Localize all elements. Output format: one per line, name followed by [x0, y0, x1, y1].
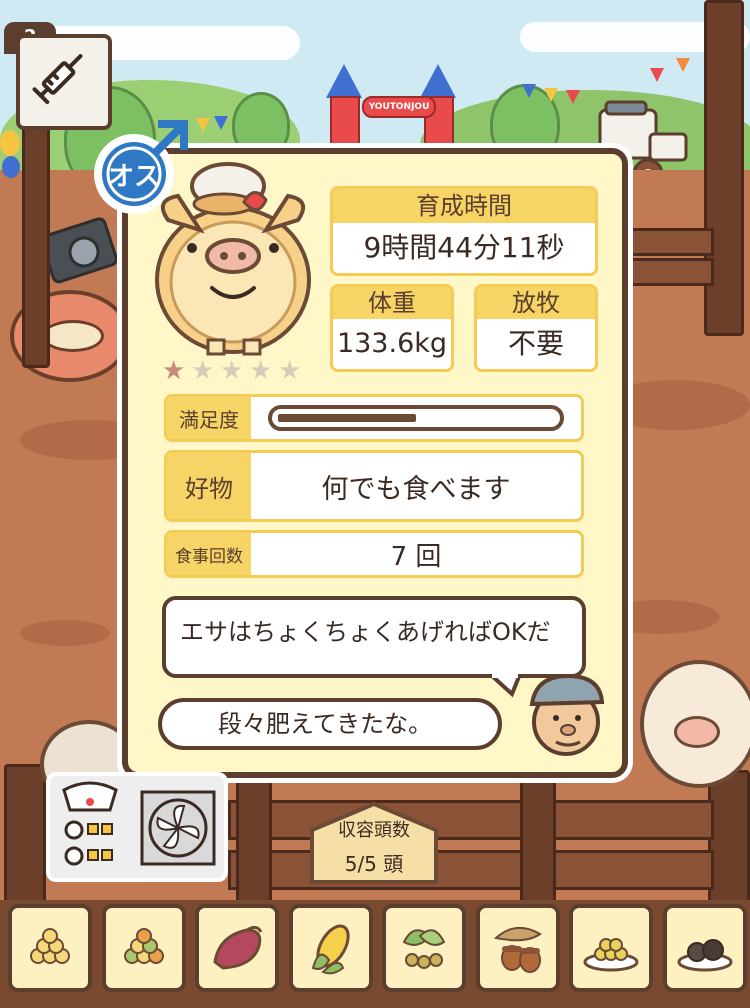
pig-portrait	[155, 162, 311, 356]
camera-icon	[40, 217, 118, 284]
rating-star-icon: ★	[249, 356, 273, 386]
balloon	[2, 156, 20, 178]
syringe-icon	[32, 54, 83, 105]
hint-speech-bubble: エサはちょくちょくあげればOKだ	[162, 596, 586, 678]
ground-patch	[20, 620, 110, 646]
meal-count-row: 食事回数 7 回	[164, 530, 584, 578]
weight-value: 133.6kg	[336, 328, 448, 359]
gate-sign: YOUTONJOU	[362, 96, 436, 118]
capacity-sign: 収容頭数 5/5 頭	[308, 800, 440, 886]
feed-slot-button[interactable]	[8, 904, 92, 992]
corn-icon	[311, 924, 350, 975]
gate-roof	[420, 64, 456, 98]
satisfaction-label: 満足度	[167, 397, 251, 439]
balloon	[0, 130, 20, 156]
raise-time-value: 9時間44分11秒	[363, 231, 565, 264]
feed-slot-button[interactable]	[288, 904, 373, 992]
feed-slot-button[interactable]	[569, 904, 653, 992]
fence-post	[4, 764, 46, 910]
fence-rail	[228, 850, 714, 890]
satisfaction-bar	[268, 405, 564, 431]
equipment-icons	[62, 781, 216, 866]
grazing-value: 不要	[507, 327, 564, 360]
weight-box: 体重 133.6kg	[330, 284, 454, 372]
meal-count-label: 食事回数	[167, 533, 251, 575]
feed-slot-button[interactable]	[382, 904, 466, 992]
rating-stars: ★ ★ ★ ★ ★	[162, 358, 307, 384]
fence-post	[22, 112, 50, 368]
favorite-food-value: 何でも食べます	[321, 473, 511, 505]
hint-text: エサはちょくちょくあげればOKだ	[180, 618, 551, 646]
favorite-food-row: 好物 何でも食べます	[164, 450, 584, 522]
rating-star-icon: ★	[162, 356, 186, 386]
acorn-icon	[493, 927, 542, 973]
grain-plate-icon	[583, 938, 639, 972]
flag	[650, 68, 664, 82]
rating-star-icon: ★	[278, 356, 302, 386]
truffle-plate-icon	[677, 939, 732, 972]
fence-post	[236, 780, 272, 910]
flag	[544, 88, 558, 102]
flag	[196, 118, 210, 132]
mixed-grain-icon	[123, 928, 164, 964]
fence-post	[708, 770, 750, 910]
satisfaction-row: 満足度	[164, 394, 584, 442]
feed-slot-button[interactable]	[101, 904, 186, 992]
fence-rail	[628, 228, 714, 256]
meal-count-value: 7 回	[390, 541, 442, 572]
capacity-value: 5/5 頭	[344, 852, 404, 876]
gate-roof	[326, 64, 362, 98]
rating-star-icon: ★	[191, 356, 215, 386]
flag	[214, 116, 228, 130]
fence-rail	[628, 258, 714, 286]
farmer-avatar	[529, 673, 605, 756]
pig-character	[640, 660, 750, 788]
grain-pile-icon	[30, 928, 70, 964]
fence-post	[520, 780, 556, 910]
favorite-food-label: 好物	[167, 453, 251, 519]
comment-text: 段々肥えてきたな。	[218, 710, 433, 738]
leaf-beans-icon	[402, 929, 446, 969]
comment-speech-bubble: 段々肥えてきたな。	[158, 698, 502, 750]
flag	[522, 84, 536, 98]
weight-label: 体重	[333, 287, 451, 319]
capacity-label: 収容頭数	[338, 820, 410, 841]
feed-slot-button[interactable]	[195, 904, 279, 992]
satisfaction-meter	[251, 397, 581, 439]
flag	[566, 90, 580, 104]
fence-rail	[228, 800, 714, 840]
feed-slot-button[interactable]	[662, 904, 747, 992]
flag	[676, 58, 690, 72]
grazing-label: 放牧	[477, 287, 595, 319]
raise-time-label: 育成時間	[333, 189, 595, 223]
grazing-box: 放牧 不要	[474, 284, 598, 372]
barn-equipment-panel[interactable]	[46, 772, 228, 882]
satisfaction-bar-fill	[278, 414, 416, 422]
feed-slot-button[interactable]	[475, 904, 560, 992]
rating-star-icon: ★	[220, 356, 244, 386]
raise-time-box: 育成時間 9時間44分11秒	[330, 186, 598, 276]
sweet-potato-icon	[213, 925, 263, 970]
